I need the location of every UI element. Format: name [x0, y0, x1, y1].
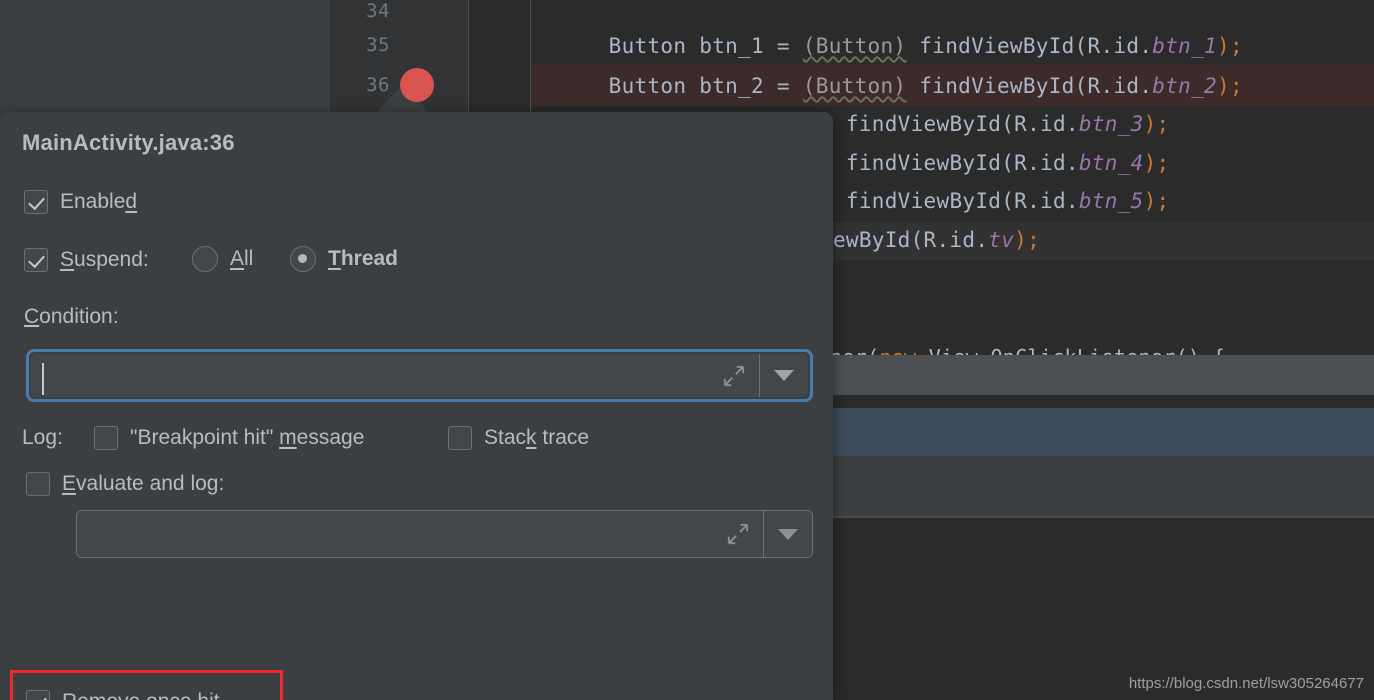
- suspend-all-label: All: [230, 247, 254, 270]
- suspend-all-option[interactable]: All: [192, 246, 253, 272]
- code-line-36: Button btn_2 = (Button) findViewById(R.i…: [531, 74, 1243, 98]
- condition-field-wrap[interactable]: [26, 349, 813, 402]
- expand-arrows-icon[interactable]: [723, 365, 745, 387]
- evaluate-and-log-label: Evaluate and log:: [62, 472, 225, 495]
- log-stack-trace-row[interactable]: Stack trace: [448, 426, 589, 450]
- suspend-checkbox[interactable]: [24, 248, 48, 272]
- enabled-label: Enabled: [60, 190, 138, 213]
- condition-label-row: Condition:: [24, 305, 119, 329]
- condition-dropdown-button[interactable]: [760, 354, 808, 397]
- expand-arrows-icon[interactable]: [727, 523, 749, 545]
- log-label: Log:: [22, 426, 63, 449]
- text-caret: [42, 363, 44, 395]
- enabled-row[interactable]: Enabled: [24, 190, 137, 214]
- chevron-down-icon: [778, 528, 798, 540]
- condition-input[interactable]: [31, 354, 759, 397]
- screen: 34 35 36 Button btn_1 = (Button) findVie…: [0, 0, 1374, 700]
- watermark-text: https://blog.csdn.net/lsw305264677: [1128, 675, 1364, 692]
- breakpoint-settings-dialog: MainActivity.java:36 Enabled Suspend: Al…: [0, 112, 833, 700]
- line-number: 34: [366, 0, 390, 22]
- suspend-thread-radio[interactable]: [290, 246, 316, 272]
- evaluate-dropdown-button[interactable]: [764, 511, 812, 557]
- suspend-thread-option[interactable]: Thread: [290, 246, 398, 272]
- remove-once-hit-label: Remove once hit: [62, 690, 220, 700]
- stack-trace-label: Stack trace: [484, 426, 590, 449]
- stack-trace-checkbox[interactable]: [448, 426, 472, 450]
- evaluate-and-log-row[interactable]: Evaluate and log:: [26, 472, 224, 496]
- suspend-label: Suspend:: [60, 248, 149, 271]
- code-line-39: ) findViewById(R.id.btn_5);: [820, 189, 1170, 213]
- breakpoint-marker-icon[interactable]: [400, 68, 434, 102]
- dialog-title: MainActivity.java:36: [22, 130, 235, 155]
- suspend-thread-label: Thread: [328, 247, 399, 270]
- log-label-row: Log:: [22, 426, 63, 450]
- evaluate-field-wrap[interactable]: [76, 510, 813, 558]
- code-line-40: iewById(R.id.tv);: [820, 228, 1041, 252]
- suspend-row[interactable]: Suspend:: [24, 248, 149, 272]
- line-number: 35: [366, 34, 390, 56]
- code-line-35: Button btn_1 = (Button) findViewById(R.i…: [531, 34, 1243, 58]
- panel-band: [833, 456, 1374, 516]
- selected-row-band: [833, 408, 1374, 456]
- code-line-37: ) findViewById(R.id.btn_3);: [820, 112, 1170, 136]
- breakpoint-hit-message-checkbox[interactable]: [94, 426, 118, 450]
- evaluate-input[interactable]: [77, 511, 763, 557]
- suspend-all-radio[interactable]: [192, 246, 218, 272]
- lower-panel: [833, 518, 1374, 700]
- log-breakpoint-hit-row[interactable]: "Breakpoint hit" message: [94, 426, 364, 450]
- remove-once-hit-checkbox[interactable]: [26, 690, 50, 700]
- chevron-down-icon: [774, 370, 794, 381]
- condition-label: Condition:: [24, 305, 119, 328]
- code-completion-band: [830, 355, 1374, 395]
- breakpoint-hit-message-label: "Breakpoint hit" message: [130, 426, 365, 449]
- enabled-checkbox[interactable]: [24, 190, 48, 214]
- evaluate-and-log-checkbox[interactable]: [26, 472, 50, 496]
- code-line-38: ) findViewById(R.id.btn_4);: [820, 151, 1170, 175]
- remove-once-hit-row[interactable]: Remove once hit: [26, 690, 220, 700]
